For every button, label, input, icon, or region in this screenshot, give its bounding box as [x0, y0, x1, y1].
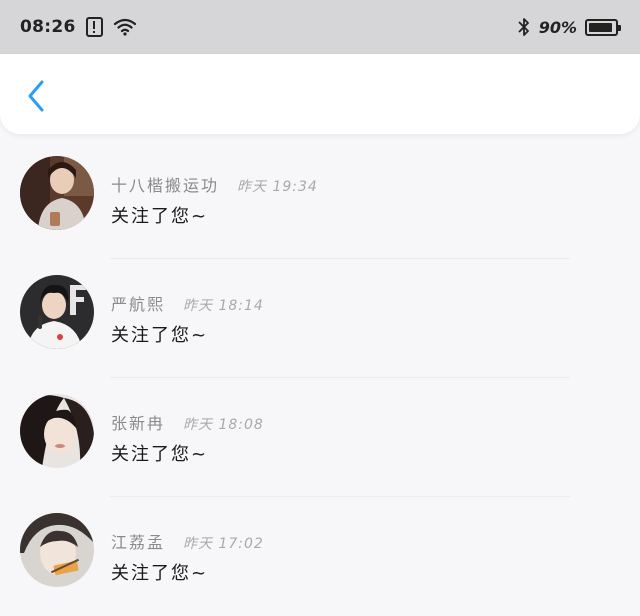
- timestamp: 昨天 19:34: [237, 176, 318, 196]
- name-row: 严航熙 昨天 18:14: [111, 291, 264, 315]
- avatar[interactable]: [20, 275, 94, 349]
- avatar[interactable]: [20, 394, 94, 468]
- notification-message: 关注了您~: [111, 325, 209, 346]
- timestamp-time: 19:34: [272, 179, 318, 195]
- user-name[interactable]: 十八楷搬运功: [111, 172, 219, 196]
- status-right: 90%: [517, 16, 621, 38]
- wifi-icon: [113, 18, 136, 36]
- timestamp-time: 18:08: [218, 417, 264, 433]
- chevron-left-icon: [28, 80, 44, 112]
- timestamp: 昨天 17:02: [183, 533, 264, 553]
- timestamp: 昨天 18:14: [183, 295, 264, 315]
- timestamp-day: 昨天: [183, 417, 214, 433]
- alert-icon: [85, 17, 103, 37]
- notification-message: 关注了您~: [111, 444, 209, 465]
- notification-list: 十八楷搬运功 昨天 19:34 关注了您~ 严航熙 昨天 18:14 关注了您~…: [0, 140, 640, 616]
- timestamp-day: 昨天: [183, 536, 214, 552]
- status-bar: 08:26 90%: [0, 0, 640, 54]
- avatar[interactable]: [20, 513, 94, 587]
- bluetooth-icon: [518, 18, 529, 36]
- timestamp: 昨天 18:08: [183, 414, 264, 434]
- name-row: 十八楷搬运功 昨天 19:34: [111, 172, 318, 196]
- notification-item[interactable]: 十八楷搬运功 昨天 19:34 关注了您~: [0, 140, 640, 259]
- battery-fill: [589, 22, 612, 32]
- notification-item[interactable]: 江荔孟 昨天 17:02 关注了您~: [0, 497, 640, 616]
- notification-item[interactable]: 严航熙 昨天 18:14 关注了您~: [0, 259, 640, 378]
- timestamp-day: 昨天: [183, 298, 214, 314]
- top-nav-bar: [0, 54, 640, 134]
- battery-percent: 90%: [538, 17, 577, 37]
- user-name[interactable]: 江荔孟: [111, 529, 165, 553]
- status-left: 08:26: [20, 17, 137, 37]
- timestamp-time: 18:14: [218, 298, 264, 314]
- user-name[interactable]: 严航熙: [111, 291, 165, 315]
- timestamp-time: 17:02: [218, 536, 264, 552]
- notification-item[interactable]: 张新冉 昨天 18:08 关注了您~: [0, 378, 640, 497]
- notification-message: 关注了您~: [111, 206, 209, 227]
- name-row: 张新冉 昨天 18:08: [111, 410, 264, 434]
- name-row: 江荔孟 昨天 17:02: [111, 529, 264, 553]
- battery-icon: [585, 18, 621, 36]
- user-name[interactable]: 张新冉: [111, 410, 165, 434]
- notification-message: 关注了您~: [111, 563, 209, 584]
- timestamp-day: 昨天: [237, 179, 268, 195]
- avatar[interactable]: [20, 156, 94, 230]
- back-button[interactable]: [18, 76, 54, 116]
- status-time: 08:26: [20, 17, 76, 37]
